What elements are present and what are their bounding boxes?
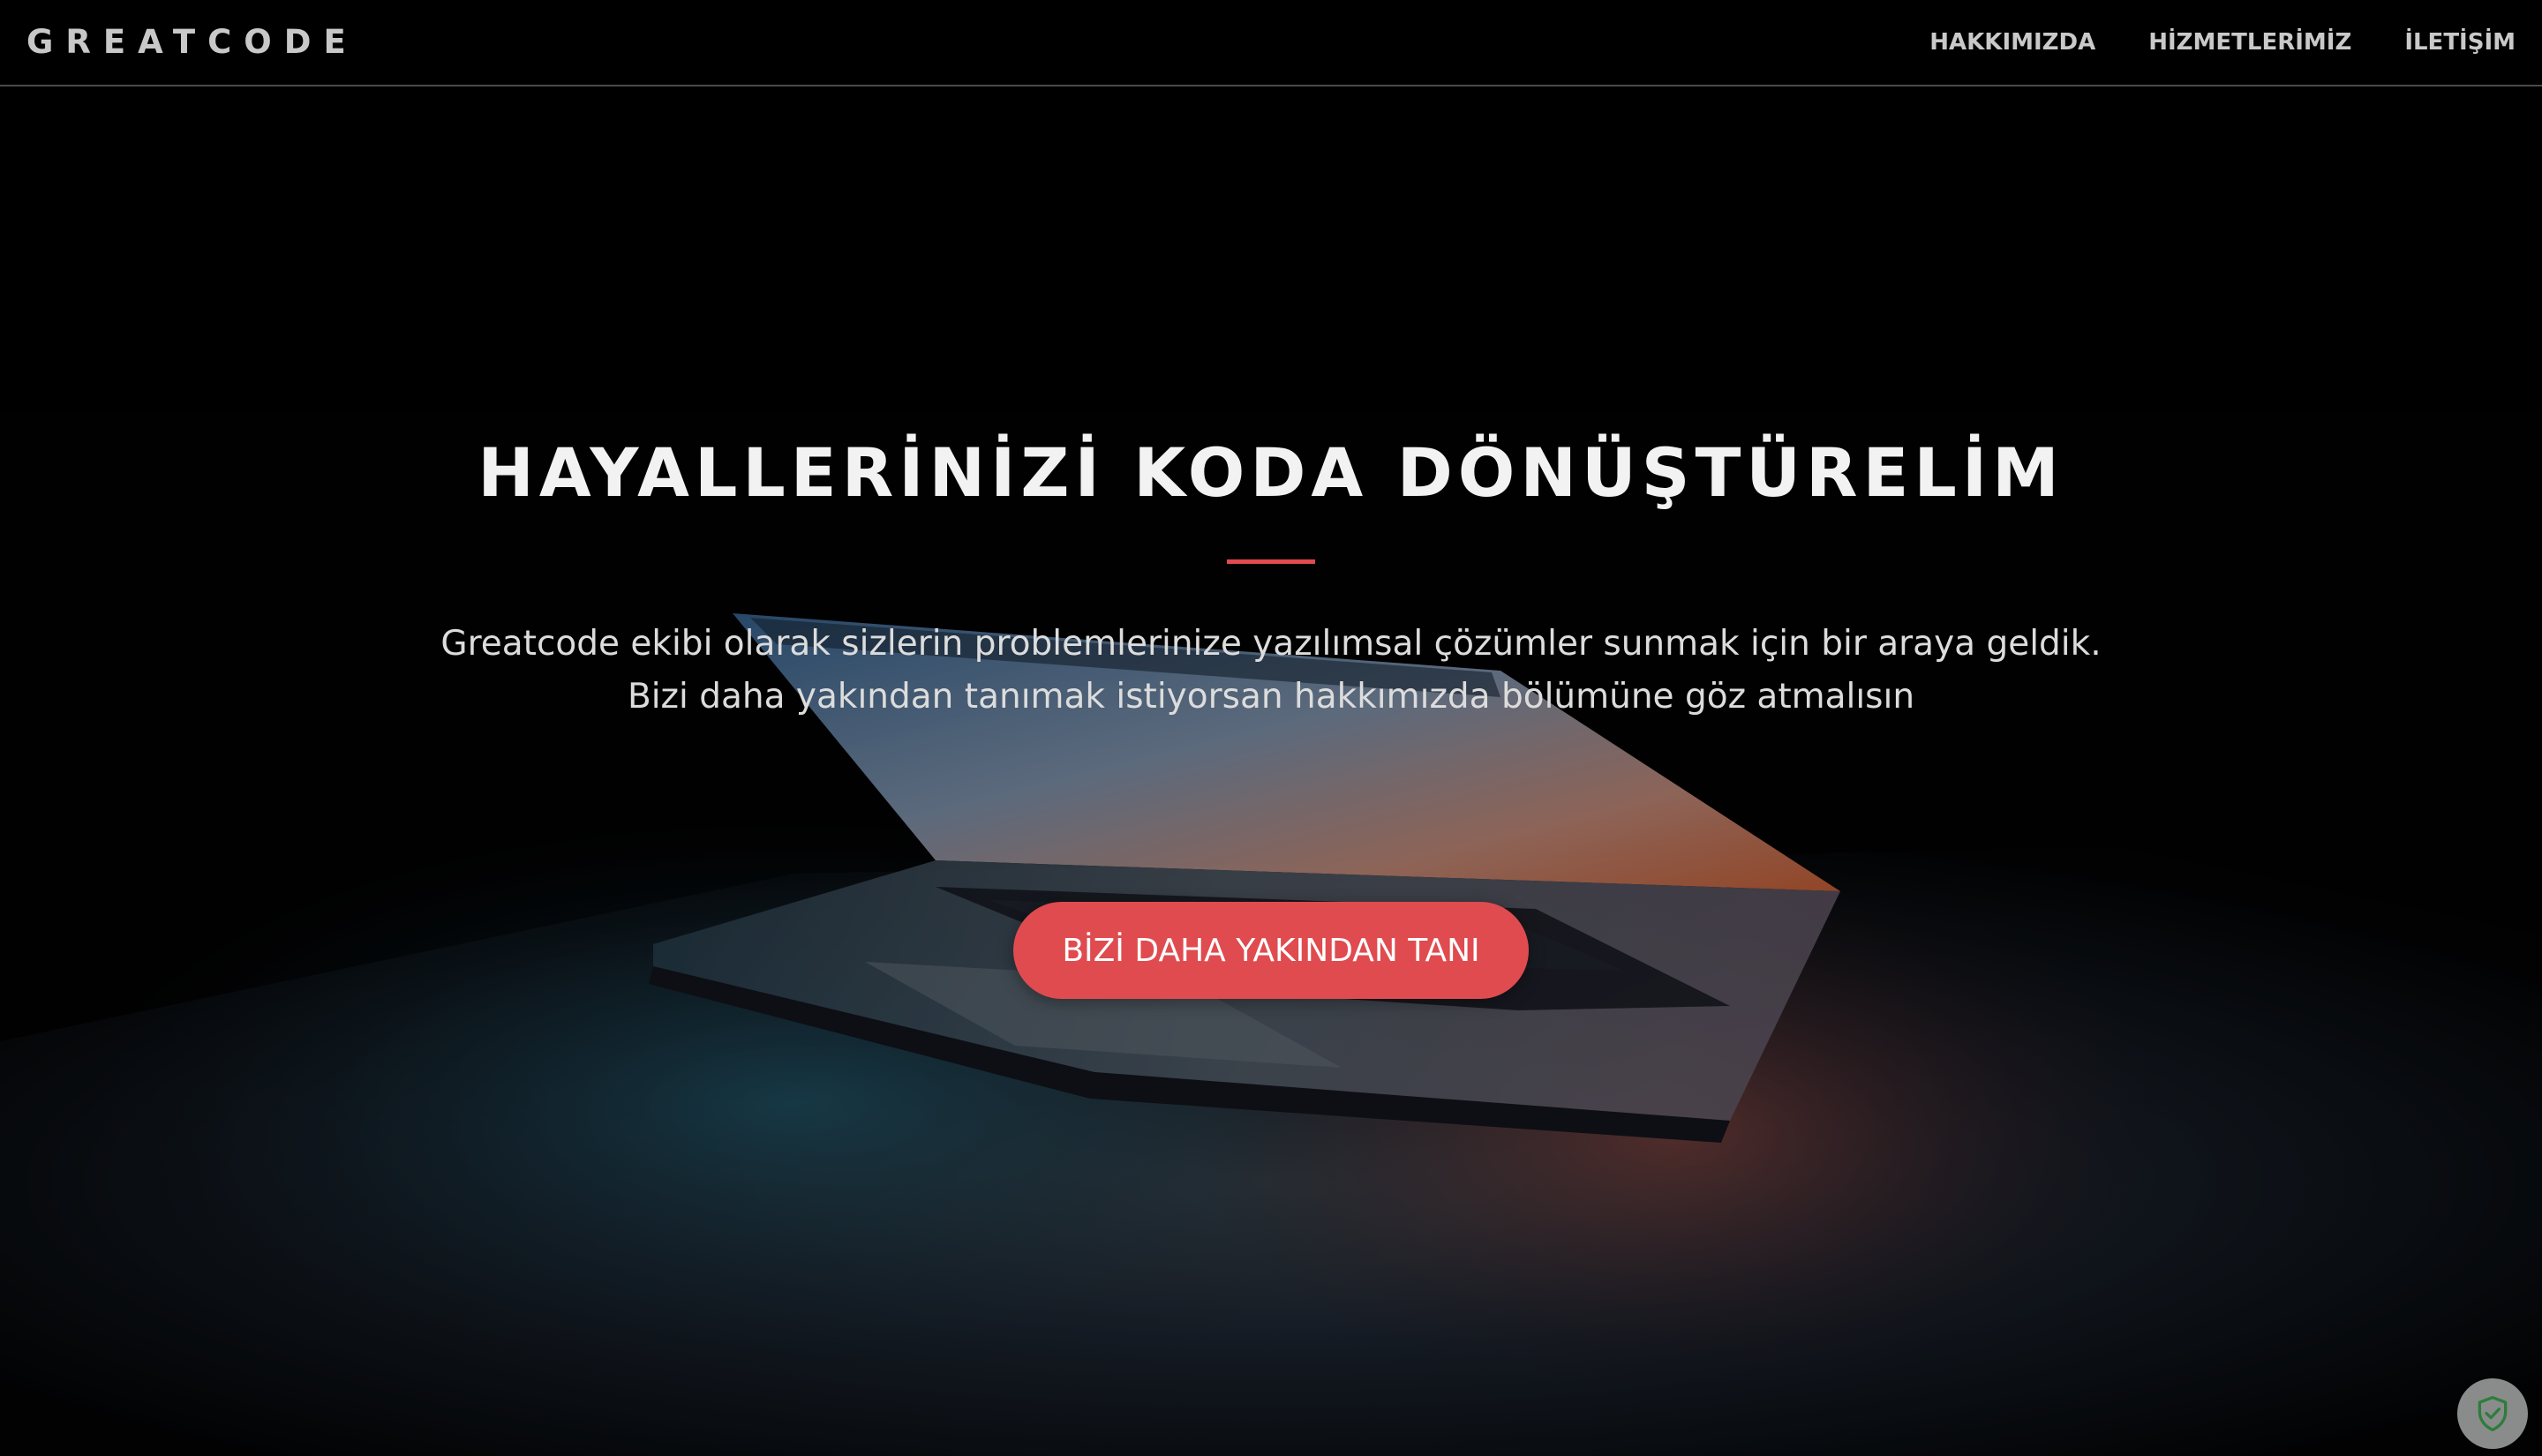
top-navbar: GREATCODE HAKKIMIZDA HİZMETLERİMİZ İLETİ… [0,0,2542,86]
hero-description-line-2: Bizi daha yakından tanımak istiyorsan ha… [627,677,1915,717]
security-badge-button[interactable] [2457,1378,2528,1449]
brand-logo-link[interactable]: GREATCODE [26,21,358,64]
hero-section: HAYALLERİNİZİ KODA DÖNÜŞTÜRELİM Greatcod… [0,0,2542,1456]
nav-link-hizmetlerimiz[interactable]: HİZMETLERİMİZ [2148,25,2351,60]
cta-button[interactable]: BİZİ DAHA YAKINDAN TANI [1013,902,1529,999]
landing-page: GREATCODE HAKKIMIZDA HİZMETLERİMİZ İLETİ… [0,0,2542,1456]
nav-link-iletisim[interactable]: İLETİŞİM [2404,25,2516,60]
shield-check-icon [2478,1396,2508,1431]
nav-link-hakkimizda[interactable]: HAKKIMIZDA [1929,25,2095,60]
hero-description-line-1: Greatcode ekibi olarak sizlerin probleml… [440,624,2102,664]
hero-title: HAYALLERİNİZİ KODA DÖNÜŞTÜRELİM [478,433,2064,512]
hero-divider [1227,559,1315,564]
nav-links: HAKKIMIZDA HİZMETLERİMİZ İLETİŞİM [1929,25,2516,60]
hero-description: Greatcode ekibi olarak sizlerin probleml… [0,618,2542,724]
